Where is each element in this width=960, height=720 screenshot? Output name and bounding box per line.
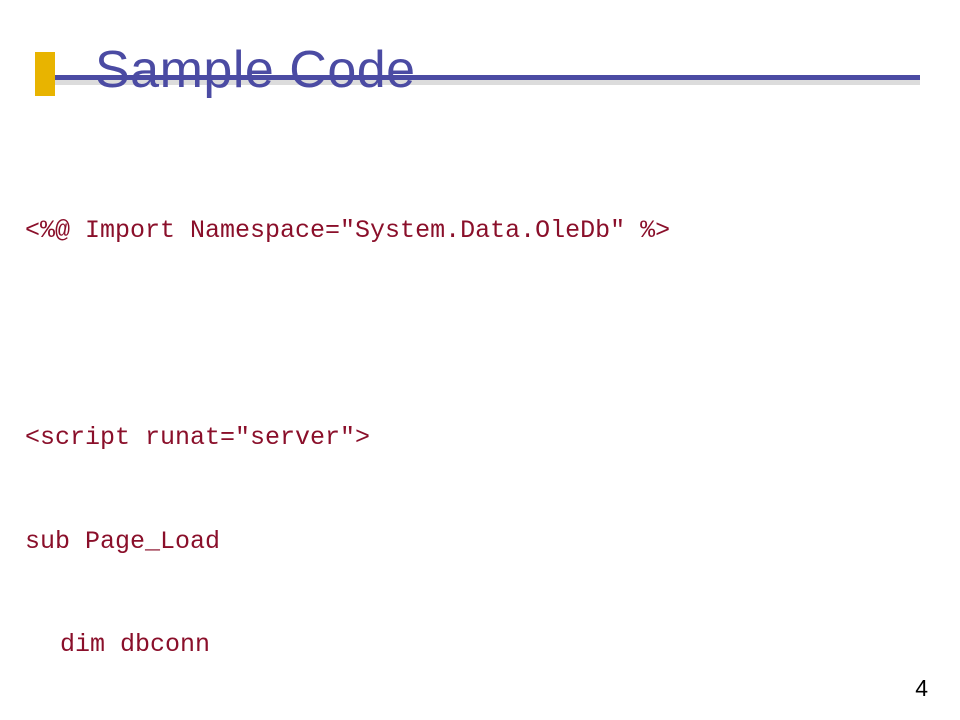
code-line: dim dbconn [25,628,935,663]
code-line: <%@ Import Namespace="System.Data.OleDb"… [25,214,935,249]
page-number: 4 [915,675,928,702]
slide: Sample Code <%@ Import Namespace="System… [0,0,960,720]
slide-content: <%@ Import Namespace="System.Data.OleDb"… [25,145,935,720]
title-bullet-icon [35,52,55,96]
code-line: <script runat="server"> [25,421,935,456]
slide-title: Sample Code [95,40,416,100]
code-line [25,318,935,353]
code-line: sub Page_Load [25,525,935,560]
code-block: <%@ Import Namespace="System.Data.OleDb"… [25,145,935,720]
